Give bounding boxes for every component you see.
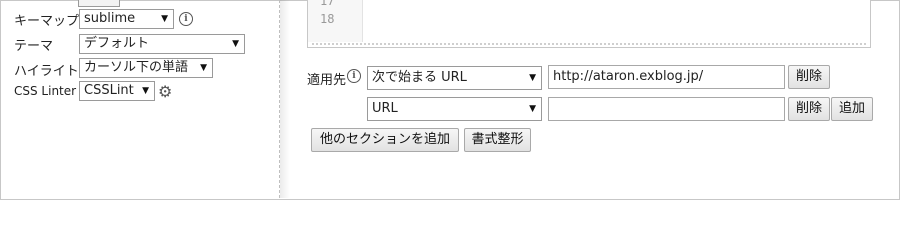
chevron-down-icon: ▼: [200, 63, 207, 73]
linter-select[interactable]: CSSLint ▼: [79, 81, 155, 101]
settings-panel: キーマップ sublime ▼ i テーマ デフォルト ▼ ハイライト カーソル…: [0, 0, 279, 198]
apply-url-input-2[interactable]: [548, 97, 785, 121]
highlight-select[interactable]: カーソル下の単語 ▼: [79, 58, 213, 78]
theme-select[interactable]: デフォルト ▼: [79, 34, 245, 54]
chevron-down-icon: ▼: [529, 104, 536, 114]
line-number: 17: [320, 0, 335, 8]
linter-value: CSSLint: [84, 83, 134, 98]
theme-value: デフォルト: [84, 36, 150, 51]
apply-url-value: http://ataron.exblog.jp/: [553, 69, 704, 84]
line-gutter: 17 18: [308, 0, 363, 42]
chevron-down-icon: ▼: [142, 86, 149, 96]
add-button[interactable]: 追加: [831, 97, 873, 121]
info-icon[interactable]: i: [347, 69, 361, 83]
apply-to-label: 適用先: [307, 73, 347, 88]
highlight-label: ハイライト: [14, 64, 79, 79]
linter-label: CSS Linter: [14, 84, 77, 98]
apply-type-select-2[interactable]: URL ▼: [367, 97, 542, 121]
delete-button[interactable]: 削除: [788, 65, 830, 89]
gear-icon[interactable]: ⚙: [158, 84, 172, 100]
theme-label: テーマ: [14, 39, 54, 54]
keymap-select[interactable]: sublime ▼: [79, 9, 174, 29]
apply-url-input[interactable]: http://ataron.exblog.jp/: [548, 65, 785, 89]
info-icon[interactable]: i: [179, 12, 193, 26]
apply-type-select[interactable]: 次で始まる URL ▼: [367, 66, 542, 90]
keymap-value: sublime: [84, 11, 136, 26]
panel-shadow: [280, 0, 290, 198]
keymap-label: キーマップ: [14, 14, 80, 29]
keymap-top-button[interactable]: [78, 0, 120, 7]
chevron-down-icon: ▼: [161, 14, 168, 24]
editor-scrollbar[interactable]: [312, 43, 866, 45]
highlight-value: カーソル下の単語: [84, 60, 189, 75]
chevron-down-icon: ▼: [529, 73, 536, 83]
add-section-button[interactable]: 他のセクションを追加: [311, 128, 459, 152]
code-editor[interactable]: 17 18: [307, 0, 871, 48]
apply-type-value: 次で始まる URL: [372, 70, 467, 85]
line-number: 18: [320, 12, 335, 26]
beautify-button[interactable]: 書式整形: [464, 128, 531, 152]
apply-type-value-2: URL: [372, 101, 398, 116]
chevron-down-icon: ▼: [232, 39, 239, 49]
delete-button-2[interactable]: 削除: [788, 97, 830, 121]
